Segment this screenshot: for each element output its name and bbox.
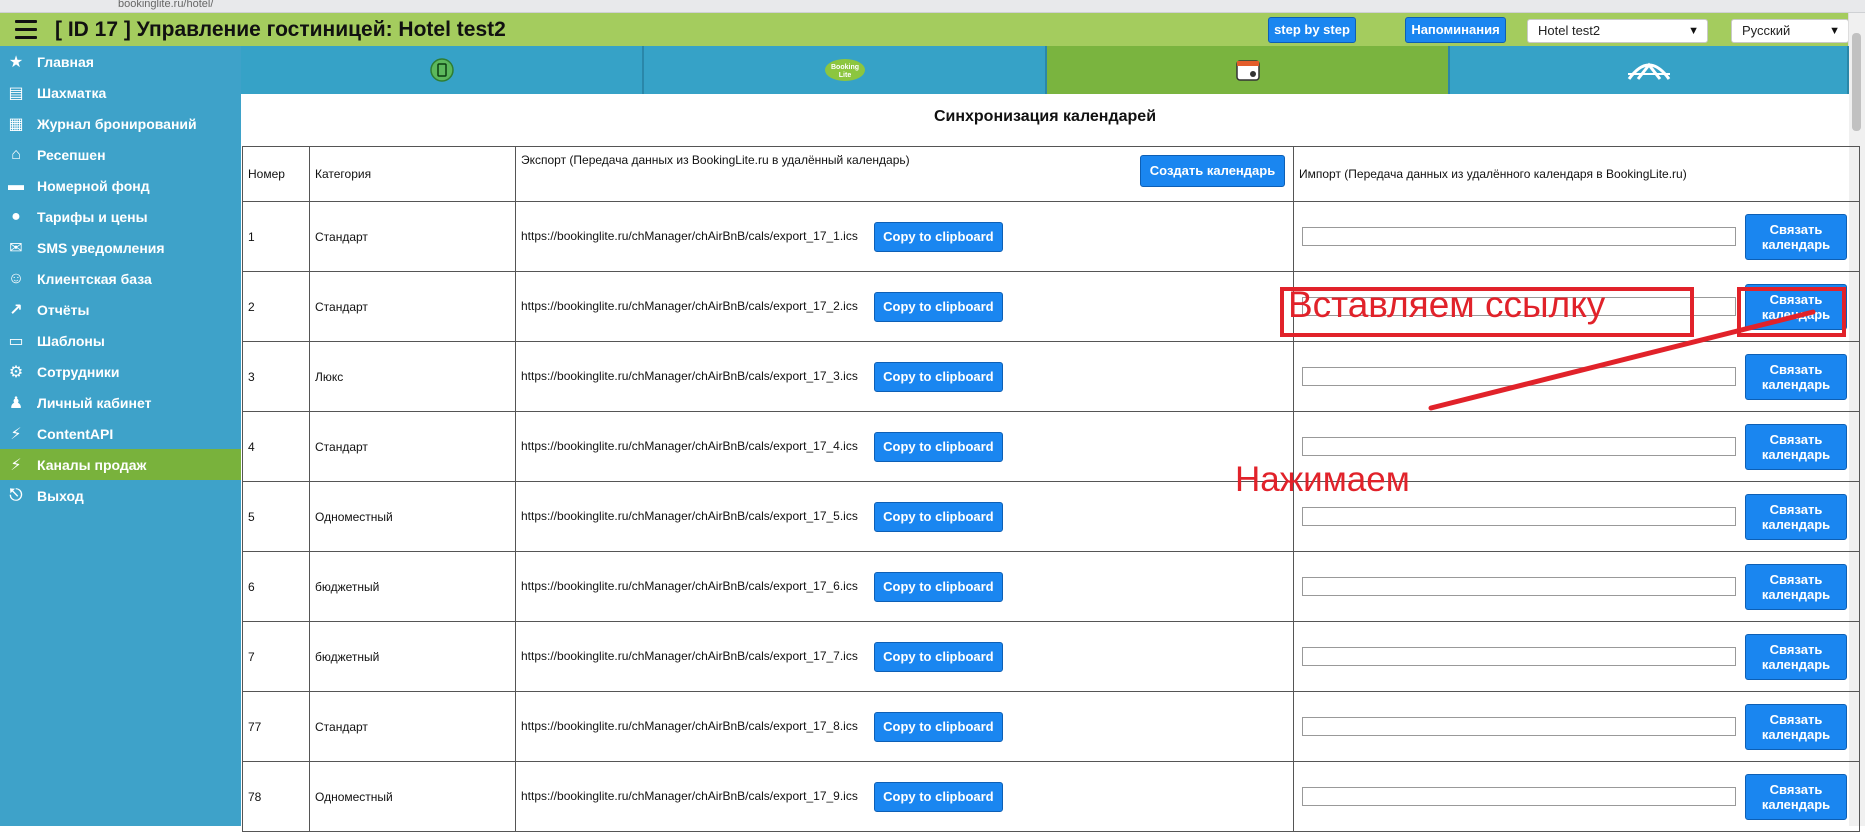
template-icon: ▭ (8, 332, 24, 350)
bookinglite-logo-icon: Booking Lite (824, 58, 866, 82)
chevron-down-icon: ▼ (1829, 25, 1840, 37)
sidebar-item-label: SMS уведомления (37, 239, 165, 256)
svg-text:Lite: Lite (838, 72, 851, 79)
sidebar-item-label: Главная (37, 53, 94, 70)
gear-icon: ⚙ (8, 363, 24, 381)
sidebar-item-label: Каналы продаж (37, 456, 147, 473)
sidebar-item-exit[interactable]: ⎋ Выход (0, 480, 241, 511)
client-icon: ☺ (7, 269, 25, 287)
coins-icon: ● (11, 207, 21, 225)
tab-calendar-sync[interactable] (1047, 46, 1450, 94)
sidebar-item-templates[interactable]: ▭ Шаблоны (0, 325, 241, 356)
tab-channel-1[interactable] (241, 46, 644, 94)
top-header: [ ID 17 ] Управление гостиницей: Hotel t… (0, 13, 1865, 46)
sidebar-item-channels[interactable]: ⚡ Каналы продаж (0, 449, 241, 480)
sidebar: ★ Главная ▤ Шахматка ▦ Журнал бронирований … (0, 46, 241, 826)
tab-bookinglite[interactable]: Booking Lite (644, 46, 1047, 94)
sidebar-item-label: Шаблоны (37, 332, 105, 349)
sidebar-item-account[interactable]: ♟ Личный кабинет (0, 387, 241, 418)
green-circle-icon (429, 58, 454, 82)
annotation-arrow (1428, 309, 1816, 411)
sidebar-item-reports[interactable]: ↗ Отчёты (0, 294, 241, 325)
sidebar-item-contentapi[interactable]: ⚡ ContentAPI (0, 418, 241, 449)
sidebar-item-reception[interactable]: ⌂ Ресепшен (0, 139, 241, 170)
browser-strip: bookinglite.ru/hotel/ (0, 0, 1865, 13)
sidebar-item-label: Личный кабинет (37, 394, 152, 411)
main-content: Синхронизация календарей Номер Категория… (241, 94, 1860, 832)
grid-icon: ▤ (8, 84, 24, 102)
menu-icon[interactable] (15, 20, 37, 40)
sidebar-item-label: Тарифы и цены (37, 208, 148, 225)
language-select-value: Русский (1742, 23, 1791, 38)
chevron-down-icon: ▼ (1688, 25, 1699, 37)
sidebar-item-label: ContentAPI (37, 425, 114, 442)
sidebar-item-clients[interactable]: ☺ Клиентская база (0, 263, 241, 294)
reception-icon: ⌂ (11, 145, 21, 163)
sms-icon: ✉ (9, 239, 23, 257)
exit-icon: ⎋ (9, 486, 23, 504)
arch-logo-icon (1626, 57, 1672, 83)
hotel-select[interactable]: Hotel test2 ▼ (1527, 19, 1708, 43)
bed-icon: ▬ (8, 176, 24, 194)
sidebar-item-chess[interactable]: ▤ Шахматка (0, 77, 241, 108)
sidebar-item-label: Выход (37, 487, 84, 504)
sidebar-item-label: Клиентская база (37, 270, 152, 287)
sidebar-item-bookings[interactable]: ▦ Журнал бронирований (0, 108, 241, 139)
sidebar-item-rooms[interactable]: ▬ Номерной фонд (0, 170, 241, 201)
chart-icon: ↗ (9, 301, 23, 319)
tab-channel-4[interactable] (1450, 46, 1849, 94)
book-icon: ▦ (8, 115, 24, 133)
calendar-icon (1235, 58, 1261, 82)
channel-tabs: Booking Lite (241, 46, 1849, 94)
sidebar-item-label: Шахматка (37, 84, 107, 101)
reminders-button[interactable]: Напоминания (1405, 17, 1506, 43)
api-icon: ⚡ (10, 425, 22, 443)
step-by-step-button[interactable]: step by step (1268, 17, 1356, 43)
scrollbar-thumb[interactable] (1852, 33, 1861, 131)
sidebar-item-rates[interactable]: ● Тарифы и цены (0, 201, 241, 232)
star-icon: ★ (8, 53, 24, 71)
hotel-select-value: Hotel test2 (1538, 23, 1601, 38)
sidebar-item-label: Отчёты (37, 301, 90, 318)
user-icon: ♟ (8, 394, 24, 412)
channels-icon: ⚡ (10, 456, 22, 474)
sidebar-item-label: Сотрудники (37, 363, 120, 380)
sidebar-item-sms[interactable]: ✉ SMS уведомления (0, 232, 241, 263)
sidebar-item-staff[interactable]: ⚙ Сотрудники (0, 356, 241, 387)
sidebar-item-label: Номерной фонд (37, 177, 150, 194)
browser-url[interactable]: bookinglite.ru/hotel/ (118, 0, 213, 10)
language-select[interactable]: Русский ▼ (1731, 19, 1849, 43)
sidebar-item-home[interactable]: ★ Главная (0, 46, 241, 77)
sidebar-item-label: Ресепшен (37, 146, 106, 163)
svg-text:Booking: Booking (831, 64, 859, 71)
sidebar-item-label: Журнал бронирований (37, 115, 197, 132)
page-title: [ ID 17 ] Управление гостиницей: Hotel t… (55, 18, 506, 41)
